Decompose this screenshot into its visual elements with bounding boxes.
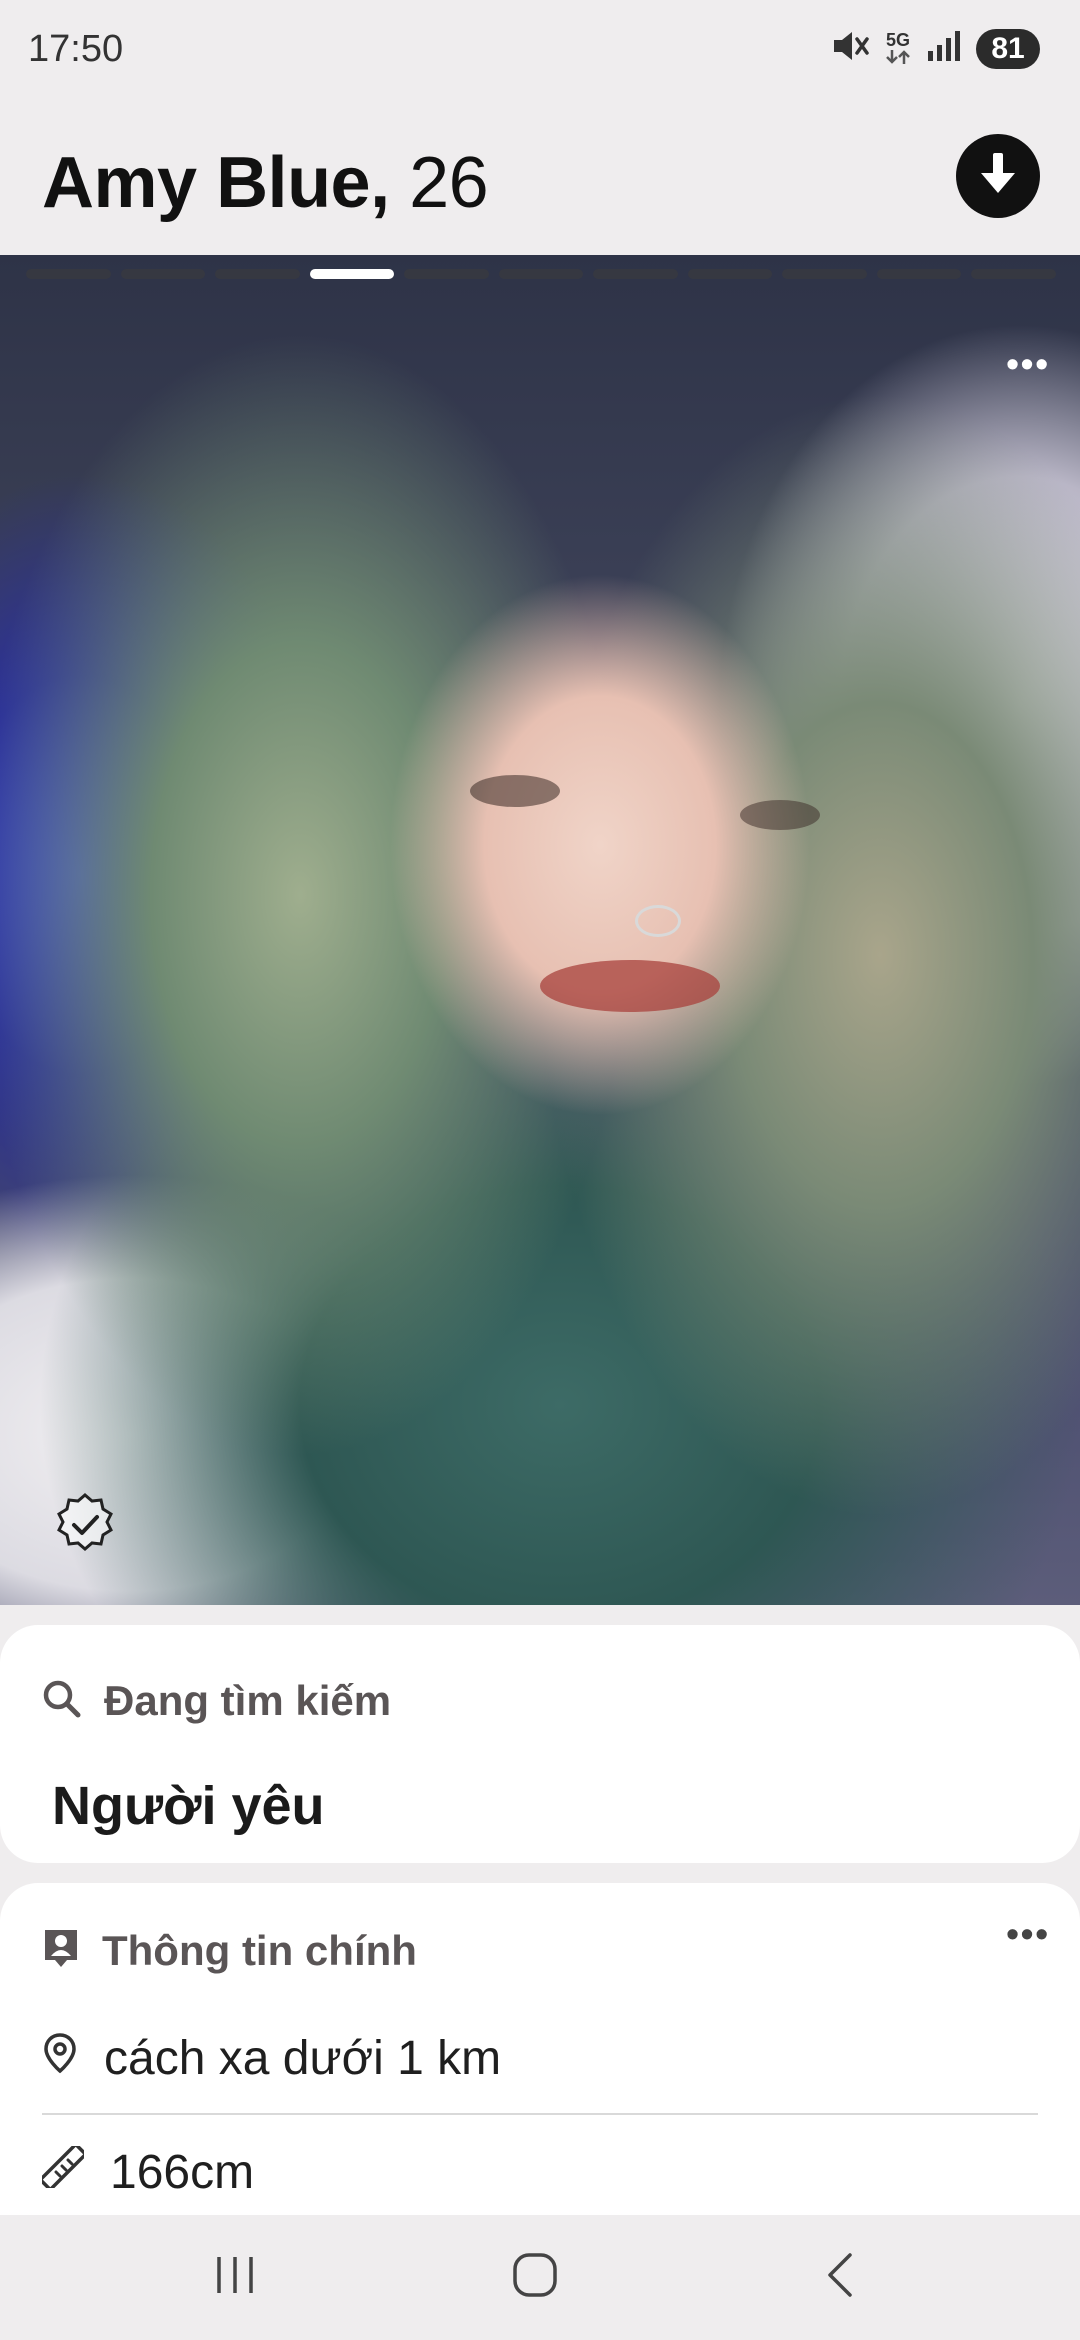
height-text: 166cm <box>110 2146 255 2199</box>
location-pin-icon <box>42 2031 78 2086</box>
profile-name-text: Amy Blue, <box>42 143 390 223</box>
contact-card-icon <box>42 1928 80 1975</box>
status-icons: 5G 81 <box>830 28 1040 69</box>
more-dots-icon: ••• <box>1006 1913 1050 1954</box>
back-button[interactable] <box>780 2215 900 2340</box>
photo-progress-bar <box>26 269 1057 281</box>
info-divider <box>42 2113 1038 2115</box>
status-time: 17:50 <box>28 28 124 70</box>
photo-eye-right <box>740 800 820 830</box>
status-bar: 17:50 5G 81 <box>0 0 1080 100</box>
verified-badge-icon[interactable] <box>52 1491 118 1557</box>
network-5g-icon: 5G <box>884 31 912 67</box>
profile-age: 26 <box>409 143 489 223</box>
distance-row: cách xa dưới 1 km <box>42 2031 501 2086</box>
looking-for-header: Đang tìm kiếm <box>42 1677 391 1725</box>
photo-progress-segment[interactable] <box>498 269 584 279</box>
photo-progress-segment[interactable] <box>876 269 962 279</box>
photo-progress-segment[interactable] <box>215 269 300 279</box>
photo-more-button[interactable]: ••• <box>1006 343 1050 385</box>
photo-progress-segment[interactable] <box>593 269 678 279</box>
search-icon <box>42 1679 82 1724</box>
profile-header: Amy Blue, 26 <box>0 110 1080 255</box>
photo-lips <box>540 960 720 1012</box>
height-row: 166cm <box>39 2143 255 2200</box>
back-icon <box>822 2251 858 2304</box>
profile-photo[interactable]: ••• <box>0 255 1080 1605</box>
photo-eye-left <box>470 775 560 807</box>
photo-progress-segment-active[interactable] <box>309 269 395 279</box>
profile-name: Amy Blue, 26 <box>42 142 489 224</box>
battery-indicator: 81 <box>976 28 1040 69</box>
looking-for-card: Đang tìm kiếm Người yêu <box>0 1625 1080 1863</box>
main-info-title: Thông tin chính <box>102 1927 417 1974</box>
main-info-more-button[interactable]: ••• <box>1006 1913 1050 1955</box>
home-icon <box>511 2251 559 2304</box>
looking-for-title: Đang tìm kiếm <box>104 1677 392 1724</box>
main-info-header: Thông tin chính <box>42 1927 417 1975</box>
more-dots-icon: ••• <box>1006 343 1050 384</box>
main-info-card: ••• Thông tin chính cách xa dưới 1 km 16… <box>0 1883 1080 2243</box>
photo-progress-segment[interactable] <box>120 269 206 279</box>
signal-icon <box>926 29 962 68</box>
photo-progress-segment[interactable] <box>687 269 773 279</box>
distance-text: cách xa dưới 1 km <box>104 2032 502 2085</box>
scroll-down-button[interactable] <box>956 134 1040 218</box>
home-button[interactable] <box>475 2215 595 2340</box>
photo-progress-segment[interactable] <box>782 269 867 279</box>
system-nav-bar <box>0 2215 1080 2340</box>
network-label: 5G <box>885 29 910 50</box>
arrow-down-icon <box>977 151 1019 202</box>
ruler-icon <box>39 2143 87 2200</box>
recent-apps-button[interactable] <box>175 2215 295 2340</box>
photo-progress-segment[interactable] <box>404 269 489 279</box>
photo-progress-segment[interactable] <box>26 269 111 279</box>
looking-for-value: Người yêu <box>52 1776 325 1836</box>
mute-icon <box>830 28 870 69</box>
photo-nose-ring <box>635 905 681 937</box>
photo-progress-segment[interactable] <box>971 269 1057 279</box>
recent-apps-icon <box>213 2253 257 2302</box>
